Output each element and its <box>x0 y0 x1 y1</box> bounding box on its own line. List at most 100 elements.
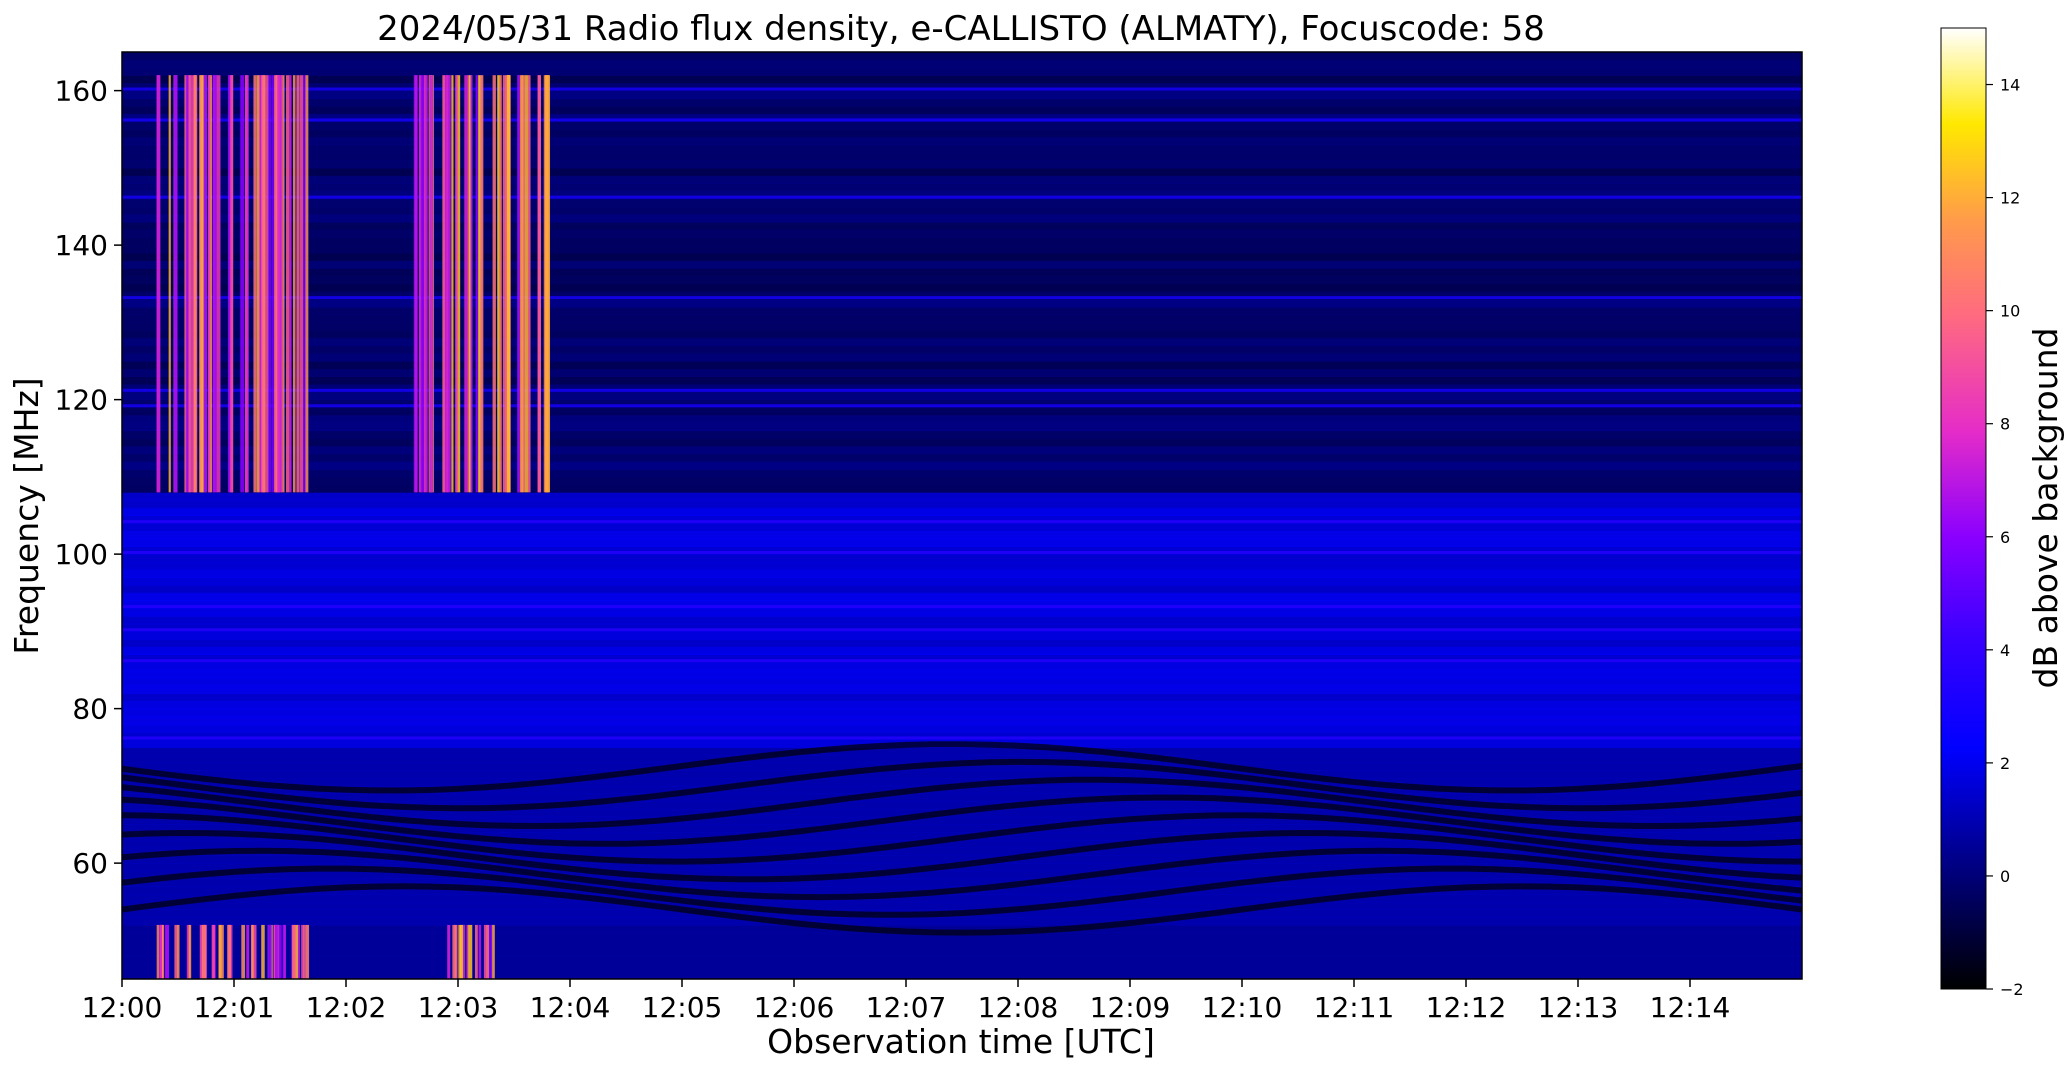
burst-streak <box>168 75 171 493</box>
chart-title: 2024/05/31 Radio flux density, e-CALLIST… <box>377 9 1545 49</box>
frequency-row <box>122 530 1802 540</box>
frequency-row <box>122 662 1802 671</box>
interference-band <box>122 404 1802 408</box>
burst-streak <box>296 75 300 493</box>
x-axis-label: Observation time [UTC] <box>767 1022 1155 1061</box>
frequency-row <box>122 175 1802 184</box>
frequency-row <box>122 963 1802 972</box>
frequency-row <box>122 144 1802 153</box>
x-tick-label: 12:05 <box>642 991 723 1024</box>
frequency-row <box>122 353 1802 362</box>
frequency-row <box>122 52 1802 61</box>
frequency-row <box>122 67 1802 76</box>
burst-streak <box>478 75 481 493</box>
frequency-row <box>122 260 1802 269</box>
frequency-row <box>122 268 1802 277</box>
x-tick-label: 12:06 <box>754 991 835 1024</box>
interference-band <box>122 296 1802 300</box>
frequency-row <box>122 700 1802 710</box>
y-tick-label: 160 <box>55 75 108 108</box>
colorbar-tick-label: 6 <box>2000 528 2010 547</box>
burst-streak <box>502 75 507 493</box>
frequency-row <box>122 136 1802 146</box>
frequency-row <box>122 276 1802 285</box>
frequency-row <box>122 90 1802 99</box>
burst-streak <box>240 75 245 493</box>
frequency-row <box>122 569 1802 578</box>
x-axis: 12:00 12:01 12:02 12:03 12:04 12:05 12:06 12:07… <box>82 979 1731 1024</box>
burst-streak <box>447 924 451 979</box>
frequency-row <box>122 538 1802 547</box>
colorbar-tick-label: 2 <box>2000 754 2010 773</box>
burst-streak <box>459 924 464 979</box>
frequency-row <box>122 129 1802 138</box>
colorbar-ticks: −2 0 2 4 6 8 10 12 14 <box>1986 76 2024 999</box>
burst-streak <box>241 924 245 979</box>
burst-streak <box>227 924 231 979</box>
frequency-row <box>122 206 1802 215</box>
burst-streak <box>425 75 428 493</box>
interference-band <box>122 605 1802 609</box>
burst-streak <box>442 75 445 493</box>
frequency-row <box>122 724 1802 733</box>
frequency-row <box>122 500 1802 509</box>
frequency-row <box>122 917 1802 926</box>
frequency-row <box>122 955 1802 965</box>
frequency-row <box>122 476 1802 486</box>
colorbar-gradient <box>1940 27 1987 990</box>
burst-streak <box>306 924 310 979</box>
burst-streak <box>199 75 203 493</box>
frequency-row <box>122 747 1802 756</box>
burst-streak <box>303 924 308 979</box>
burst-streak <box>156 75 160 493</box>
burst-streak <box>537 75 541 493</box>
frequency-row <box>122 894 1802 903</box>
frequency-row <box>122 376 1802 385</box>
interference-band <box>122 388 1802 392</box>
interference-band <box>122 118 1802 122</box>
x-tick-label: 12:08 <box>978 991 1059 1024</box>
frequency-row <box>122 631 1802 640</box>
x-tick-label: 12:14 <box>1650 991 1731 1024</box>
burst-streak <box>414 75 418 493</box>
frequency-row <box>122 422 1802 432</box>
frequency-row <box>122 484 1802 493</box>
burst-streak <box>268 75 272 493</box>
frequency-row <box>122 229 1802 238</box>
burst-streak <box>468 924 473 979</box>
burst-streak <box>283 924 286 979</box>
burst-streak <box>230 75 233 493</box>
interference-band <box>122 195 1802 199</box>
burst-streak <box>156 924 160 979</box>
burst-streak <box>299 75 304 493</box>
frequency-row <box>122 59 1802 68</box>
colorbar-label: dB above background <box>2026 328 2065 689</box>
frequency-row <box>122 901 1802 910</box>
interference-band <box>122 551 1802 555</box>
spectrogram-figure: 2024/05/31 Radio flux density, e-CALLIST… <box>0 0 2066 1067</box>
burst-streak <box>244 75 249 493</box>
frequency-row <box>122 330 1802 339</box>
burst-streak <box>207 75 211 493</box>
y-tick-label: 100 <box>55 538 108 571</box>
frequency-row <box>122 461 1802 470</box>
burst-streak <box>199 924 203 979</box>
frequency-row <box>122 245 1802 254</box>
frequency-row <box>122 940 1802 949</box>
burst-streak <box>480 75 484 493</box>
y-tick-label: 80 <box>72 693 108 726</box>
frequency-row <box>122 438 1802 447</box>
burst-streak <box>506 75 511 493</box>
frequency-row <box>122 221 1802 231</box>
colorbar-tick-label: 14 <box>2000 76 2020 95</box>
burst-streak <box>261 75 265 493</box>
burst-streak <box>256 75 260 493</box>
burst-streak <box>486 924 490 979</box>
frequency-row <box>122 183 1802 192</box>
x-tick-label: 12:11 <box>1314 991 1395 1024</box>
burst-streak <box>212 75 217 493</box>
x-tick-label: 12:13 <box>1538 991 1619 1024</box>
burst-streak <box>246 924 250 979</box>
burst-streak <box>216 75 221 493</box>
frequency-row <box>122 577 1802 586</box>
